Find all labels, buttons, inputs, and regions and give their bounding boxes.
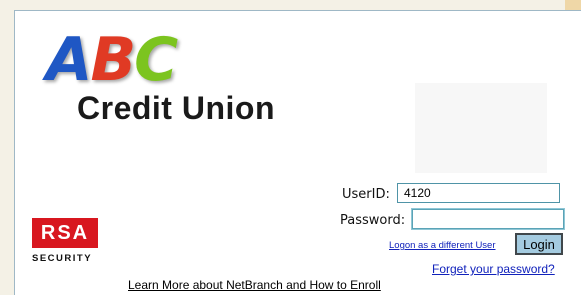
forgot-password-link[interactable]: Forget your password? [432,262,555,276]
rsa-security-logo: RSA SECURITY [32,218,112,268]
logon-different-user-link[interactable]: Logon as a different User [389,240,496,251]
abc-letters: ABC [46,30,178,90]
logo-letter-a: A [46,25,92,95]
login-button[interactable]: Login [515,233,563,255]
placeholder-image [415,83,547,173]
logo-subtitle: Credit Union [77,90,275,126]
learn-more-link[interactable]: Learn More about NetBranch and How to En… [128,278,381,292]
userid-label: UserID: [342,187,390,202]
rsa-mark: RSA [32,218,98,248]
logo-letter-b: B [90,25,136,95]
abc-credit-union-logo: ABC Credit Union [44,30,324,130]
password-label: Password: [340,213,406,228]
password-input[interactable] [412,209,564,229]
userid-input[interactable] [397,183,560,203]
rsa-caption: SECURITY [32,253,93,264]
logo-letter-c: C [134,25,178,95]
